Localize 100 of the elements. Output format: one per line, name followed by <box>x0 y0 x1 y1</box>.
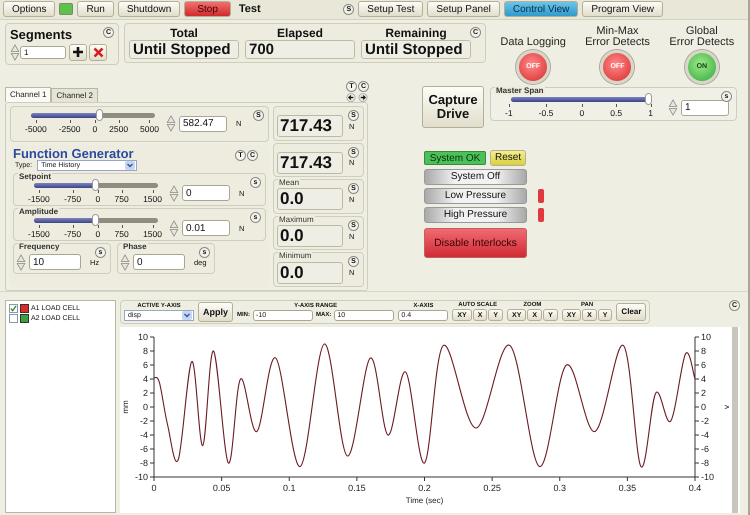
chevron-down-icon <box>125 160 136 170</box>
number-field[interactable]: 0 <box>182 185 230 202</box>
axis-title: Time (sec) <box>406 496 444 505</box>
plus-icon <box>72 46 84 58</box>
tick-label: 6 <box>701 360 706 370</box>
count-readout: 700 <box>245 40 355 59</box>
indicator-label: Global Error Detects <box>669 26 734 48</box>
tick-label: -2 <box>701 416 710 426</box>
number-field[interactable]: 582.47 <box>179 116 227 132</box>
readout-value: 0.0 <box>277 262 343 284</box>
right-arrow-icon[interactable] <box>358 92 368 102</box>
apply-button[interactable]: Apply <box>198 302 234 322</box>
number-field[interactable]: 0 <box>133 254 185 270</box>
spinner-icon[interactable] <box>10 44 20 61</box>
view-tab[interactable]: Program View <box>582 1 663 18</box>
tick-label: 0.05 <box>212 482 230 493</box>
tick-label: 2500 <box>109 121 128 134</box>
slider-thumb[interactable] <box>645 93 652 106</box>
stop-button[interactable]: Stop <box>184 1 231 18</box>
spinner-icon[interactable] <box>120 254 130 271</box>
number-field[interactable]: 0.01 <box>182 220 230 236</box>
delete-button[interactable] <box>89 44 107 61</box>
chevron-down-icon <box>182 310 192 320</box>
indicator-label: Data Logging <box>500 36 566 48</box>
number-field[interactable]: 10 <box>29 254 81 270</box>
interlock-button[interactable]: System Off <box>424 168 527 185</box>
tick-label: -10 <box>701 472 714 482</box>
tick-label: 1500 <box>143 226 162 239</box>
scrollbar[interactable] <box>732 326 738 513</box>
count-label: Remaining <box>385 26 447 40</box>
channel-tab[interactable]: Channel 2 <box>51 88 98 102</box>
interlock-button[interactable]: High Pressure <box>424 206 527 223</box>
spinner-icon[interactable] <box>668 99 678 116</box>
left-arrow-icon[interactable] <box>346 92 356 102</box>
count-label: Elapsed <box>276 26 324 40</box>
close-icon <box>92 46 104 58</box>
slider-thumb[interactable] <box>92 214 99 226</box>
toolbar-button[interactable]: Shutdown <box>118 1 180 18</box>
tick-label: 0.15 <box>348 482 366 493</box>
tick-label: 4 <box>142 374 148 384</box>
view-tab[interactable]: Setup Test <box>358 1 424 18</box>
tick-label: 0 <box>95 190 100 204</box>
axis-title: v <box>722 404 731 409</box>
tick-label: 5000 <box>140 121 159 134</box>
spinner-icon[interactable] <box>169 184 179 202</box>
reset-button[interactable]: Reset <box>490 150 526 166</box>
tick-label: -4 <box>701 430 710 440</box>
tick-label: 0 <box>579 105 584 118</box>
add-button[interactable] <box>69 44 87 61</box>
tick-label: 0 <box>92 121 98 134</box>
tick-label: -10 <box>134 472 148 482</box>
tick-label: -1500 <box>28 190 50 204</box>
tick-label: 10 <box>701 332 712 342</box>
count-readout: Until Stopped <box>361 40 471 59</box>
interlock-button[interactable]: Low Pressure <box>424 188 527 204</box>
number-field[interactable]: 1 <box>20 46 66 59</box>
checkbox[interactable] <box>9 314 18 323</box>
readout-value: 0.0 <box>277 225 343 248</box>
number-field[interactable]: 1 <box>681 100 729 116</box>
capture-drive-button[interactable]: Capture Drive <box>422 86 484 128</box>
tick-label: 6 <box>142 360 148 370</box>
tick-label: -4 <box>140 430 148 440</box>
tick-label: -6 <box>701 444 710 454</box>
tick-label: -750 <box>64 190 82 204</box>
view-tab[interactable]: Control View <box>504 1 578 18</box>
tick-label: -2 <box>140 416 148 426</box>
clear-button[interactable]: Clear <box>616 302 646 321</box>
tick-label: 0.2 <box>418 482 431 493</box>
tick-label: -0.5 <box>538 105 554 118</box>
group-label: Setpoint <box>18 172 52 181</box>
tick-label: 0 <box>701 402 706 412</box>
tick-label: 10 <box>138 332 148 342</box>
tick-label: 2 <box>142 388 148 398</box>
spinner-icon[interactable] <box>169 220 179 237</box>
group-label: Master Span <box>495 86 545 95</box>
tick-label: 0.5 <box>610 105 622 118</box>
checkbox[interactable] <box>9 304 18 313</box>
spinner-icon[interactable] <box>16 254 26 271</box>
tick-label: 0.25 <box>483 482 501 493</box>
count-readout: Until Stopped <box>129 40 239 59</box>
readout-label: Minimum <box>278 251 312 260</box>
slider-thumb[interactable] <box>96 109 104 122</box>
tick-label: 8 <box>701 346 706 356</box>
system-status-indicator: System OK <box>424 150 486 165</box>
readout-value: 717.43 <box>277 115 343 138</box>
channel-tab[interactable]: Channel 1 <box>5 86 52 102</box>
tick-label: 0.3 <box>554 482 566 493</box>
tick-label: 1 <box>648 105 653 118</box>
spinner-icon[interactable] <box>166 115 176 132</box>
tick-label: -1500 <box>28 226 50 239</box>
slider-thumb[interactable] <box>92 178 99 191</box>
tick-label: -2500 <box>58 121 80 134</box>
mode-label: Test <box>238 3 262 16</box>
tick-label: 8 <box>142 346 148 356</box>
tick-label: -6 <box>140 444 148 454</box>
view-tab[interactable]: Setup Panel <box>427 1 500 18</box>
disable-interlocks-button[interactable]: Disable Interlocks <box>424 228 527 258</box>
toolbar-button[interactable]: Options <box>3 1 56 18</box>
toolbar-button[interactable]: Run <box>77 1 114 18</box>
readout-label: Maximum <box>278 214 315 224</box>
